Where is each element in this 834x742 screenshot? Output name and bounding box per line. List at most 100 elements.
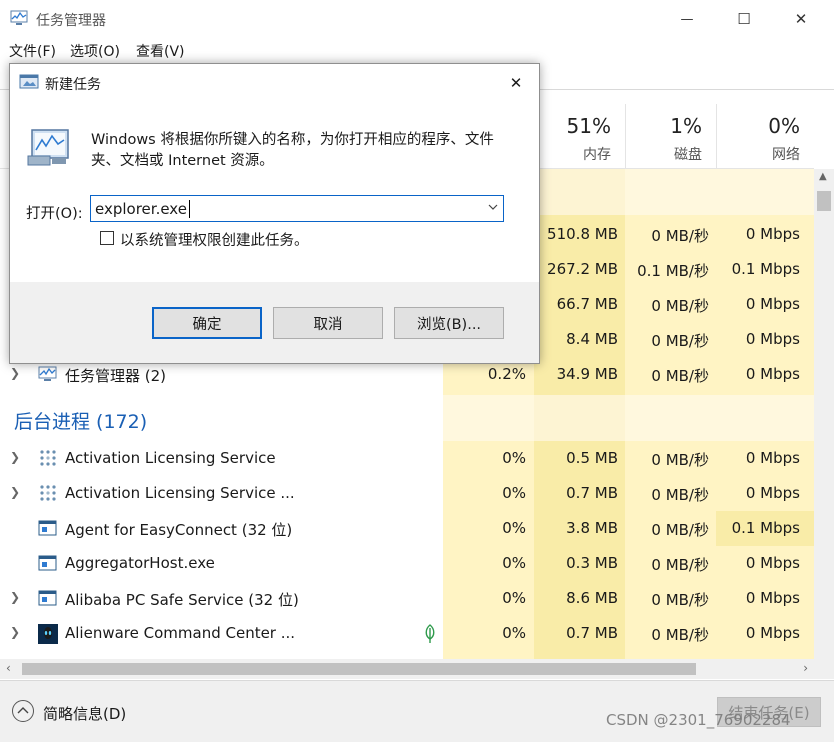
network-label: 网络	[772, 147, 800, 163]
table-row[interactable]: Agent for EasyConnect (32 位) 0% 3.8 MB 0…	[0, 511, 814, 546]
admin-checkbox[interactable]	[100, 231, 114, 245]
column-network[interactable]: 0% 网络	[716, 104, 814, 168]
disk-cell: 0 MB/秒	[651, 626, 709, 644]
run-dialog-icon	[19, 74, 39, 90]
scroll-corner	[814, 659, 834, 679]
disk-cell: 0 MB/秒	[651, 556, 709, 574]
text-caret	[189, 200, 190, 218]
vertical-scrollbar[interactable]: ▲	[814, 169, 834, 659]
memory-cell: 34.9 MB	[556, 365, 618, 383]
disk-cell: 0.1 MB/秒	[637, 262, 709, 280]
scroll-left-icon[interactable]: ‹	[6, 661, 11, 675]
horizontal-scroll-thumb[interactable]	[22, 663, 696, 675]
task-manager-icon	[38, 365, 58, 383]
process-name: 任务管理器 (2)	[65, 367, 167, 385]
dialog-description: Windows 将根据你所键入的名称，为你打开相应的程序、文件夹、文档或 Int…	[91, 132, 494, 169]
application-window-icon	[38, 519, 58, 537]
process-name: Alienware Command Center ...	[65, 624, 296, 642]
cpu-cell: 0%	[502, 484, 526, 502]
chevron-down-icon[interactable]	[488, 201, 498, 214]
minimize-button[interactable]: —	[664, 4, 710, 34]
cpu-cell: 0%	[502, 624, 526, 642]
column-memory[interactable]: 51% 内存	[534, 104, 625, 168]
menu-view[interactable]: 查看(V)	[136, 41, 185, 61]
memory-cell: 66.7 MB	[556, 295, 618, 313]
vertical-scroll-thumb[interactable]	[817, 191, 831, 211]
maximize-button[interactable]: ☐	[721, 4, 767, 34]
task-manager-icon	[10, 10, 28, 26]
disk-cell: 0 MB/秒	[651, 451, 709, 469]
memory-cell: 3.8 MB	[566, 519, 618, 537]
process-name: Activation Licensing Service ...	[65, 484, 295, 502]
admin-checkbox-label: 以系统管理权限创建此任务。	[120, 233, 309, 249]
table-row[interactable]: AggregatorHost.exe 0% 0.3 MB 0 MB/秒 0 Mb…	[0, 546, 814, 581]
cpu-cell: 0%	[502, 519, 526, 537]
chevron-up-icon[interactable]	[12, 700, 34, 722]
network-cell: 0.1 Mbps	[731, 260, 800, 278]
dialog-close-button[interactable]: ✕	[502, 70, 530, 96]
expand-chevron-icon[interactable]: ❯	[10, 485, 24, 501]
cpu-cell: 0%	[502, 589, 526, 607]
dialog-title: 新建任务	[45, 77, 101, 93]
disk-cell: 0 MB/秒	[651, 297, 709, 315]
run-program-icon	[26, 126, 70, 168]
network-cell: 0 Mbps	[745, 295, 800, 313]
close-icon: ✕	[794, 10, 808, 28]
cpu-cell: 0%	[502, 449, 526, 467]
scroll-right-icon[interactable]: ›	[803, 661, 808, 675]
cancel-button[interactable]: 取消	[273, 307, 383, 339]
new-task-dialog: 新建任务 ✕ Windows 将根据你所键入的名称，为你打开相应的程序、文件夹、…	[9, 63, 540, 364]
table-row[interactable]: ❯ Alibaba PC Safe Service (32 位) 0% 8.6 …	[0, 581, 814, 616]
network-cell: 0 Mbps	[745, 484, 800, 502]
close-button[interactable]: ✕	[778, 4, 824, 34]
maximize-icon: ☐	[737, 10, 751, 28]
expand-chevron-icon[interactable]: ❯	[10, 625, 24, 641]
network-cell: 0 Mbps	[745, 589, 800, 607]
cpu-cell: 0.2%	[487, 365, 526, 383]
memory-cell: 8.6 MB	[566, 589, 618, 607]
dialog-button-bar: 确定 取消 浏览(B)...	[10, 282, 539, 363]
table-row[interactable]: ❯ Activation Licensing Service ... 0% 0.…	[0, 476, 814, 511]
network-cell: 0 Mbps	[745, 330, 800, 348]
ok-button[interactable]: 确定	[152, 307, 262, 339]
memory-cell: 0.5 MB	[566, 449, 618, 467]
process-name: Agent for EasyConnect (32 位)	[65, 521, 293, 539]
footer-bar: 简略信息(D) 结束任务(E) CSDN @2301_76902284	[0, 680, 834, 742]
group-header-band-2	[443, 395, 814, 441]
memory-cell: 0.7 MB	[566, 624, 618, 642]
table-row[interactable]: ❯ Alienware Command Center ... 0% 0.7 MB…	[0, 616, 814, 651]
expand-chevron-icon[interactable]: ❯	[10, 450, 24, 466]
horizontal-scrollbar[interactable]: ‹ ›	[0, 659, 814, 679]
disk-percent: 1%	[670, 114, 702, 138]
expand-chevron-icon[interactable]: ❯	[10, 366, 24, 382]
window-titlebar: 任务管理器 — ☐ ✕	[0, 0, 834, 38]
fewer-details-link[interactable]: 简略信息(D)	[43, 703, 126, 724]
cpu-cell: 0%	[502, 554, 526, 572]
open-label: 打开(O):	[26, 206, 83, 222]
minimize-icon: —	[680, 11, 694, 27]
scroll-up-icon[interactable]: ▲	[819, 171, 827, 182]
network-cell: 0 Mbps	[745, 225, 800, 243]
menu-options[interactable]: 选项(O)	[70, 41, 120, 61]
expand-chevron-icon[interactable]: ❯	[10, 590, 24, 606]
efficiency-leaf-icon	[422, 624, 438, 648]
network-cell: 0.1 Mbps	[731, 519, 800, 537]
disk-cell: 0 MB/秒	[651, 486, 709, 504]
browse-button[interactable]: 浏览(B)...	[394, 307, 504, 339]
disk-cell: 0 MB/秒	[651, 227, 709, 245]
network-cell: 0 Mbps	[745, 449, 800, 467]
disk-label: 磁盘	[674, 147, 702, 163]
table-row[interactable]: ❯ Activation Licensing Service 0% 0.5 MB…	[0, 441, 814, 476]
memory-cell: 510.8 MB	[547, 225, 618, 243]
network-percent: 0%	[768, 114, 800, 138]
menu-file[interactable]: 文件(F)	[9, 41, 56, 61]
column-disk[interactable]: 1% 磁盘	[625, 104, 716, 168]
memory-cell: 267.2 MB	[547, 260, 618, 278]
ok-label: 确定	[192, 316, 222, 333]
watermark-text: CSDN @2301_76902284	[606, 711, 791, 729]
browse-label: 浏览(B)...	[416, 316, 482, 333]
service-dots-icon	[38, 449, 58, 467]
open-combobox-input[interactable]: explorer.exe	[90, 195, 504, 222]
memory-cell: 8.4 MB	[566, 330, 618, 348]
window-title: 任务管理器	[36, 13, 106, 29]
